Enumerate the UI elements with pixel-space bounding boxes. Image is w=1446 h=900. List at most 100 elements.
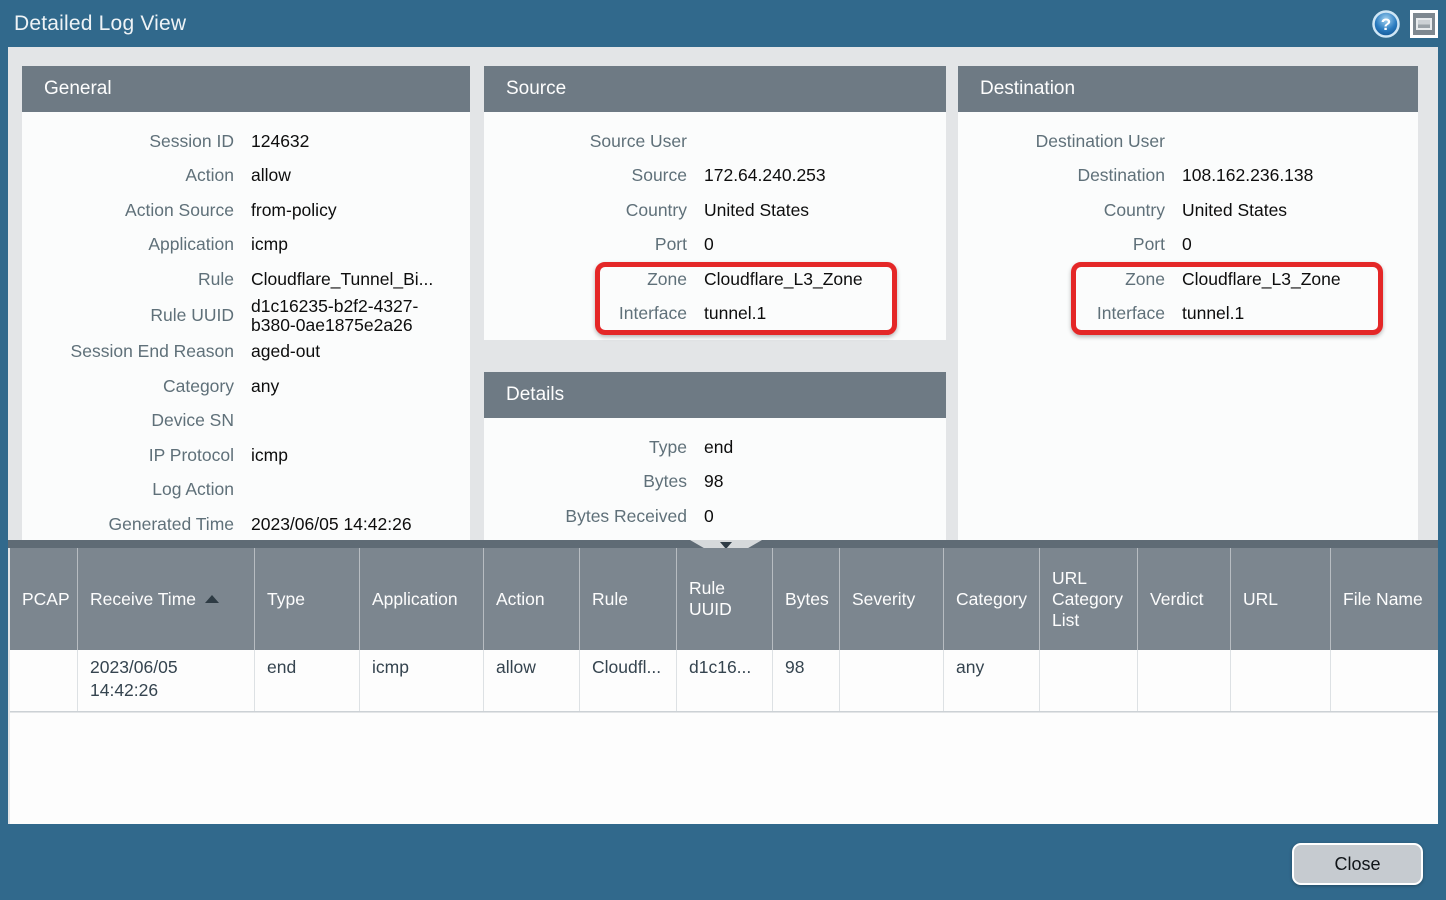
table-cell-application: icmp — [360, 650, 484, 711]
field-label: Device SN — [22, 411, 234, 430]
field-value: 0 — [687, 507, 932, 526]
column-header-label: PCAP — [22, 589, 70, 610]
field-row-port: Port0 — [958, 228, 1404, 263]
titlebar-icons: ? — [1371, 9, 1438, 44]
column-header-rule[interactable]: Rule — [580, 548, 677, 650]
field-label: Session ID — [22, 132, 234, 151]
column-header-label: Type — [267, 589, 305, 610]
titlebar: Detailed Log View ? — [0, 0, 1446, 47]
field-value: 108.162.236.138 — [1165, 166, 1404, 185]
field-row-zone: ZoneCloudflare_L3_Zone — [958, 262, 1404, 297]
table-cell-rule: Cloudfl... — [580, 650, 677, 711]
field-value: Cloudflare_Tunnel_Bi... — [234, 270, 456, 289]
table-cell-pcap — [10, 650, 78, 711]
table-cell-category: any — [944, 650, 1040, 711]
field-row-bytes-received: Bytes Received0 — [484, 499, 932, 534]
column-header-label: URL — [1243, 589, 1278, 610]
field-label: Destination — [958, 166, 1165, 185]
field-value: allow — [234, 166, 456, 185]
field-value: Cloudflare_L3_Zone — [687, 270, 932, 289]
field-row-action-source: Action Sourcefrom-policy — [22, 193, 456, 228]
field-value: 0 — [1165, 235, 1404, 254]
details-panel-body: TypeendBytes98Bytes Received0 — [484, 418, 946, 540]
table-cell-severity — [840, 650, 944, 711]
field-label: Interface — [958, 304, 1165, 323]
column-header-label: Category — [956, 589, 1027, 610]
field-row-source: Source172.64.240.253 — [484, 159, 932, 194]
sort-ascending-icon — [205, 595, 219, 603]
help-icon[interactable]: ? — [1371, 9, 1401, 44]
column-header-label: Action — [496, 589, 545, 610]
table-cell-receive-time: 2023/06/05 14:42:26 — [78, 650, 255, 711]
column-header-receive-time[interactable]: Receive Time — [78, 548, 255, 650]
field-label: Application — [22, 235, 234, 254]
page-title: Detailed Log View — [0, 12, 186, 36]
general-panel-header: General — [22, 66, 470, 112]
field-value: United States — [687, 201, 932, 220]
table-cell-rule-uuid: d1c16... — [677, 650, 773, 711]
column-header-category[interactable]: Category — [944, 548, 1040, 650]
column-header-bytes[interactable]: Bytes — [773, 548, 840, 650]
field-label: Destination User — [958, 132, 1165, 151]
column-header-label: File Name — [1343, 589, 1423, 610]
field-label: Country — [958, 201, 1165, 220]
destination-panel: Destination Destination User Destination1… — [958, 66, 1418, 540]
column-header-rule-uuid[interactable]: Rule UUID — [677, 548, 773, 650]
field-label: Port — [484, 235, 687, 254]
detailed-log-view-dialog: { "titlebar": { "title": "Detailed Log V… — [0, 0, 1446, 900]
column-header-severity[interactable]: Severity — [840, 548, 944, 650]
column-header-action[interactable]: Action — [484, 548, 580, 650]
field-value: aged-out — [234, 342, 456, 361]
column-header-application[interactable]: Application — [360, 548, 484, 650]
field-label: Bytes — [484, 472, 687, 491]
field-row-destination: Destination108.162.236.138 — [958, 159, 1404, 194]
field-row-country: CountryUnited States — [958, 193, 1404, 228]
close-button[interactable]: Close — [1292, 843, 1423, 885]
field-label: Zone — [484, 270, 687, 289]
field-label: Bytes Received — [484, 507, 687, 526]
table-cell-url — [1231, 650, 1331, 711]
field-label: IP Protocol — [22, 446, 234, 465]
field-value: United States — [1165, 201, 1404, 220]
column-header-verdict[interactable]: Verdict — [1138, 548, 1231, 650]
table-cell-bytes: 98 — [773, 650, 840, 711]
table-cell-file-name — [1331, 650, 1436, 711]
table-row[interactable]: 2023/06/05 14:42:26endicmpallowCloudfl..… — [10, 650, 1438, 712]
field-row-log-action: Log Action — [22, 473, 456, 508]
field-row-generated-time: Generated Time2023/06/05 14:42:26 — [22, 507, 456, 540]
maximize-window-icon[interactable] — [1410, 10, 1438, 43]
field-value: 2023/06/05 14:42:26 — [234, 515, 456, 534]
field-row-source-user: Source User — [484, 124, 932, 159]
field-label: Log Action — [22, 480, 234, 499]
field-row-category: Categoryany — [22, 369, 456, 404]
field-value: end — [687, 438, 932, 457]
field-value: icmp — [234, 235, 456, 254]
column-header-url-category-list[interactable]: URL Category List — [1040, 548, 1138, 650]
column-header-pcap[interactable]: PCAP — [10, 548, 78, 650]
field-value: tunnel.1 — [687, 304, 932, 323]
field-value: d1c16235-b2f2-4327-b380-0ae1875e2a26 — [234, 297, 456, 335]
field-label: Port — [958, 235, 1165, 254]
column-header-file-name[interactable]: File Name — [1331, 548, 1436, 650]
field-value: 124632 — [234, 132, 456, 151]
dialog-content: General Session ID124632 Action allow Actio… — [8, 47, 1438, 824]
field-label: Type — [484, 438, 687, 457]
field-row-destination-user: Destination User — [958, 124, 1404, 159]
field-row-rule: RuleCloudflare_Tunnel_Bi... — [22, 262, 456, 297]
field-label: Source User — [484, 132, 687, 151]
column-header-label: Rule — [592, 589, 628, 610]
svg-text:?: ? — [1381, 15, 1391, 34]
field-label: Zone — [958, 270, 1165, 289]
field-row-country: CountryUnited States — [484, 193, 932, 228]
field-label: Country — [484, 201, 687, 220]
destination-panel-body: Destination User Destination108.162.236.1… — [958, 112, 1418, 540]
panel-table-splitter[interactable] — [8, 540, 1438, 548]
source-panel-body: Source UserSource172.64.240.253CountryUn… — [484, 112, 946, 340]
field-value: 98 — [687, 472, 932, 491]
column-header-url[interactable]: URL — [1231, 548, 1331, 650]
column-header-label: Severity — [852, 589, 915, 610]
field-value: Cloudflare_L3_Zone — [1165, 270, 1404, 289]
field-label: Category — [22, 377, 234, 396]
column-header-type[interactable]: Type — [255, 548, 360, 650]
field-label: Rule — [22, 270, 234, 289]
